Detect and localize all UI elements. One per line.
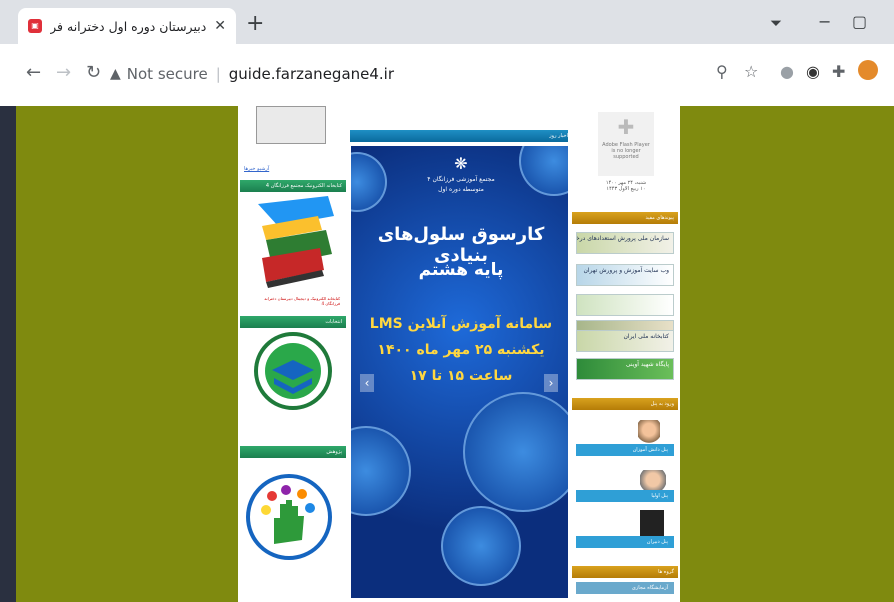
- library-book-image[interactable]: [248, 196, 338, 292]
- globe-extension-icon[interactable]: ●: [780, 62, 794, 81]
- reload-icon[interactable]: ↻: [86, 62, 101, 83]
- url-text[interactable]: guide.farzanegane4.ir: [229, 65, 394, 83]
- research-logo[interactable]: [246, 474, 332, 560]
- banner-grade: پایه هشتم: [418, 260, 504, 280]
- research-header: پژوهش: [240, 446, 346, 458]
- puzzle-piece-icon: ✚: [617, 115, 635, 139]
- banner-lms: سامانه آموزش آنلاین LMS: [369, 316, 553, 332]
- hand-flowers-icon: [261, 485, 315, 544]
- site-favicon-icon: ▣: [28, 19, 42, 33]
- virus-cell-decoration: [441, 506, 521, 586]
- library-header: کتابخانه الکترونیک مجتمع فرزانگان 4: [240, 180, 346, 192]
- flash-unsupported-text: Adobe Flash Player is no longer supporte…: [602, 142, 650, 160]
- tab-title: دبیرستان دوره اول دخترانه فرزانگان4: [50, 18, 207, 34]
- security-label[interactable]: Not secure: [127, 65, 208, 83]
- forward-arrow-icon[interactable]: →: [56, 62, 71, 83]
- link-avini-base[interactable]: پایگاه شهید آوینی: [576, 358, 674, 380]
- elections-header: انتخابات: [240, 316, 346, 328]
- maximize-button[interactable]: ▢: [852, 12, 867, 31]
- flash-plugin-placeholder[interactable]: ✚ Adobe Flash Player is no longer suppor…: [598, 112, 654, 176]
- link-tehran-education[interactable]: وب سایت آموزش و پرورش تهران: [576, 264, 674, 286]
- banner-school-name: مجتمع آموزشی فرزانگان ۴: [427, 176, 495, 183]
- address-separator: |: [215, 65, 221, 83]
- tab-close-button[interactable]: ✕: [214, 18, 226, 34]
- date-display: شنبه، ۲۴ مهر ۱۴۰۰ ۱۰ ربیع الاول ۱۴۴۳: [584, 180, 668, 192]
- bookmark-star-icon[interactable]: ☆: [744, 62, 758, 81]
- back-arrow-icon[interactable]: ←: [26, 62, 41, 83]
- banner-time: ساعت ۱۵ تا ۱۷: [409, 368, 513, 384]
- extension-c-icon[interactable]: ◉: [806, 62, 820, 81]
- news-carousel-slide[interactable]: ❋ مجتمع آموزشی فرزانگان ۴ متوسطه دوره او…: [351, 146, 571, 598]
- link-national-library[interactable]: کتابخانه ملی ایران: [576, 330, 674, 352]
- link-talent-organization[interactable]: سازمان ملی پرورش استعدادهای درخشان: [576, 232, 674, 254]
- school-emblem-icon: ❋: [454, 154, 468, 173]
- banner-date: یکشنبه ۲۵ مهر ماه ۱۴۰۰: [377, 342, 545, 358]
- carousel-prev-button[interactable]: ‹: [360, 374, 374, 392]
- browser-window: ▣ دبیرستان دوره اول دخترانه فرزانگان4 ✕ …: [0, 0, 894, 602]
- extensions-puzzle-icon[interactable]: ✚: [832, 62, 845, 81]
- news-header: اخبار روز: [350, 130, 572, 142]
- carousel-next-button[interactable]: ›: [544, 374, 558, 392]
- parents-panel-button[interactable]: پنل اولیا: [576, 490, 674, 502]
- zoom-icon[interactable]: ⚲: [716, 62, 728, 81]
- virus-cell-decoration: [463, 392, 571, 512]
- useful-links-header: پیوندهای مفید: [572, 212, 678, 224]
- profile-dropdown-icon[interactable]: ⏷: [770, 14, 782, 32]
- graduation-cap-icon: [265, 343, 321, 399]
- browser-toolbar: ← → ↻ ▲ Not secure | guide.farzanegane4.…: [0, 44, 894, 106]
- profile-avatar[interactable]: [858, 60, 878, 80]
- warning-triangle-icon: ▲: [110, 66, 121, 82]
- date-hijri: ۱۰ ربیع الاول ۱۴۴۳: [606, 186, 646, 192]
- group-virtual-lab[interactable]: آزمایشگاه مجازی: [576, 582, 674, 594]
- news-thumbnail[interactable]: [256, 106, 326, 144]
- new-tab-button[interactable]: +: [246, 12, 264, 36]
- link-banner-3[interactable]: [576, 294, 674, 316]
- teachers-panel-button[interactable]: پنل دبیران: [576, 536, 674, 548]
- news-archive-link[interactable]: آرشیو خبرها: [244, 166, 269, 172]
- banner-school-sub: متوسطه دوره اول: [438, 186, 484, 193]
- page-viewport: آرشیو خبرها کتابخانه الکترونیک مجتمع فرز…: [16, 106, 894, 602]
- library-caption: کتابخانه الکترونیک و دیجیتال دبیرستان دخ…: [264, 296, 340, 306]
- browser-tab[interactable]: ▣ دبیرستان دوره اول دخترانه فرزانگان4 ✕: [18, 8, 236, 44]
- address-bar[interactable]: ▲ Not secure | guide.farzanegane4.ir: [110, 59, 770, 89]
- minimize-button[interactable]: −: [818, 12, 831, 31]
- student-panel-button[interactable]: پنل دانش آموزان: [576, 444, 674, 456]
- elections-logo[interactable]: [254, 332, 332, 410]
- books-illustration: [258, 196, 334, 288]
- virus-cell-decoration: [351, 426, 411, 516]
- groups-header: گروه ها: [572, 566, 678, 578]
- login-panel-header: ورود به پنل: [572, 398, 678, 410]
